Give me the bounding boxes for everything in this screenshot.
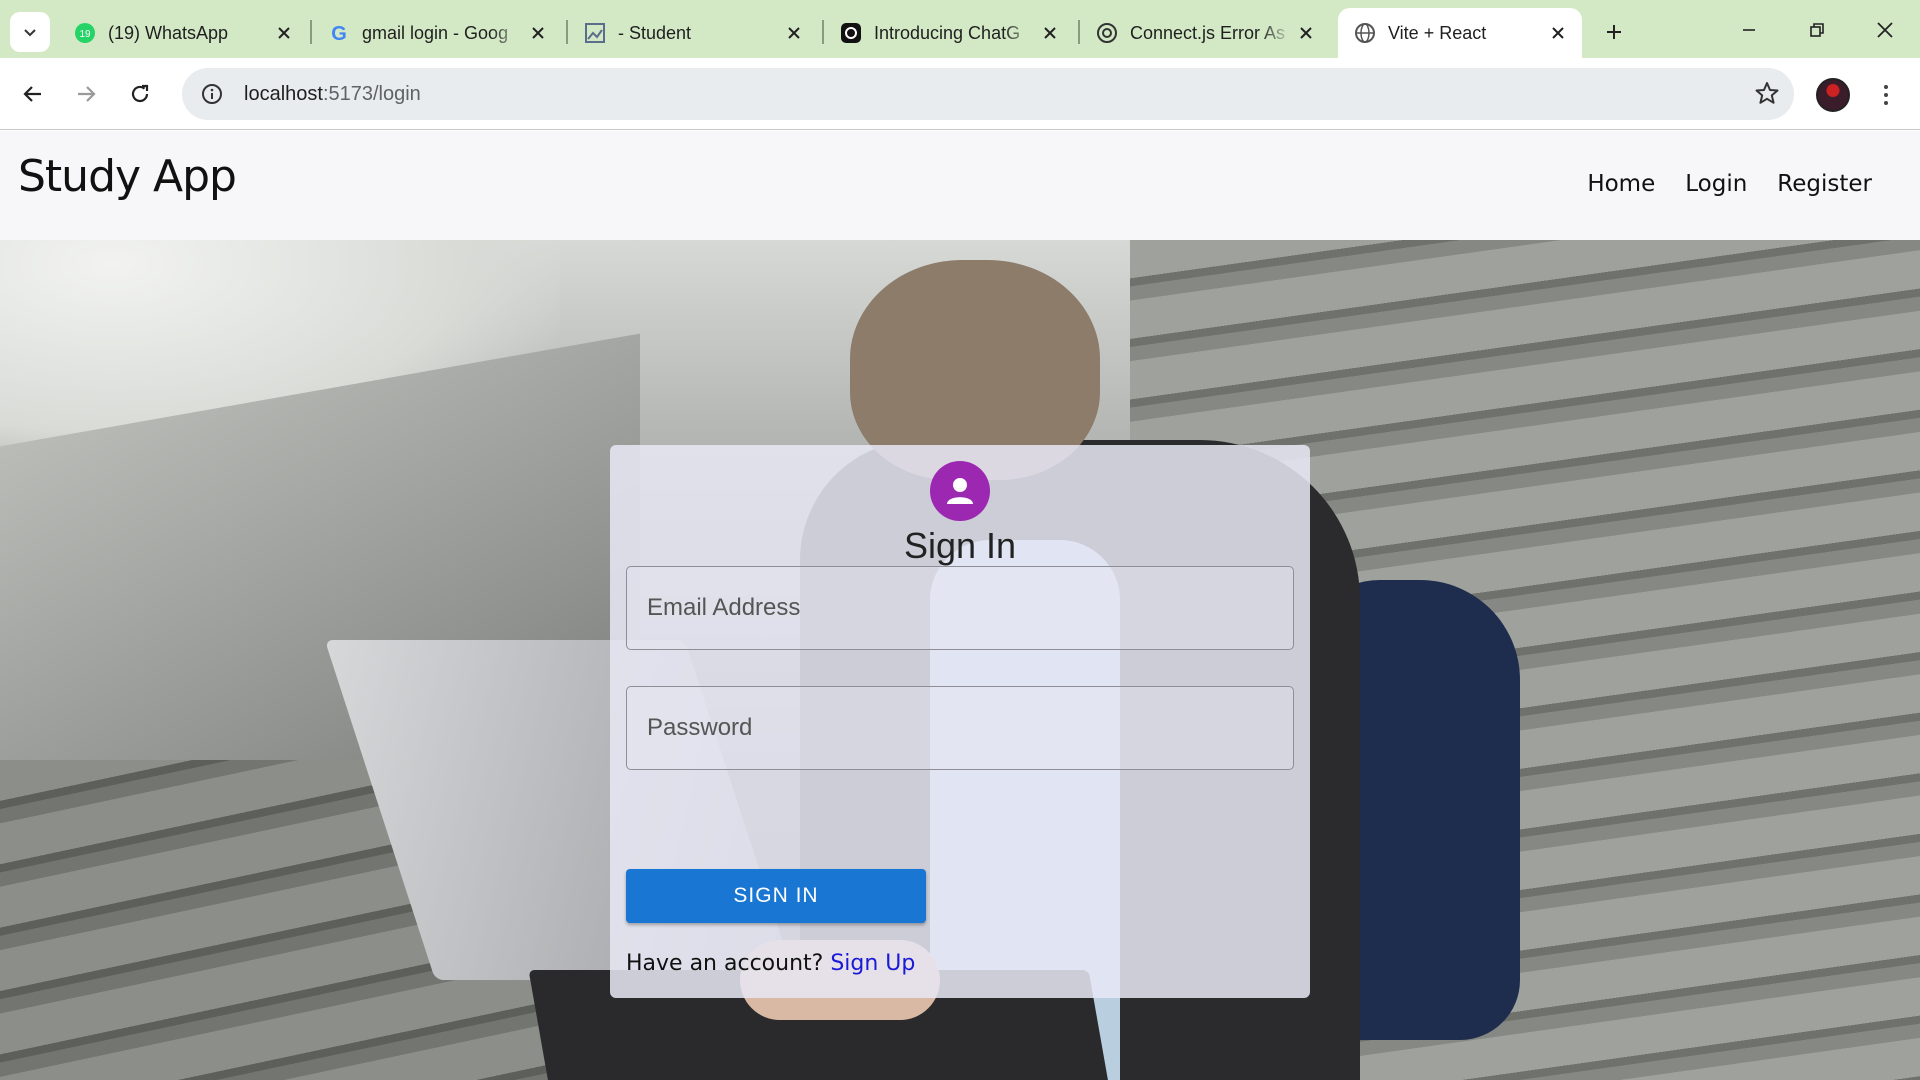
tab-vite-react[interactable]: Vite + React — [1338, 8, 1582, 58]
minimize-button[interactable] — [1726, 10, 1772, 50]
plus-icon — [1607, 25, 1621, 39]
password-input[interactable] — [627, 687, 1293, 769]
password-field[interactable] — [626, 686, 1294, 770]
url-path: :5173/login — [322, 82, 421, 105]
app-nav: Home Login Register — [1587, 171, 1872, 197]
browser-tab-bar: 19 (19) WhatsApp G gmail login - Goog - … — [0, 0, 1920, 58]
forward-button[interactable] — [66, 74, 106, 114]
svg-text:19: 19 — [79, 29, 91, 40]
svg-text:G: G — [331, 23, 347, 44]
tab-title: (19) WhatsApp — [108, 22, 229, 43]
email-field[interactable] — [626, 566, 1294, 650]
tab-title: gmail login - Goog — [362, 22, 509, 43]
sign-in-button[interactable]: SIGN IN — [626, 869, 926, 923]
nav-register[interactable]: Register — [1777, 171, 1872, 197]
new-tab-button[interactable] — [1596, 14, 1632, 50]
signin-card: Sign In SIGN IN Have an account? Sign Up — [610, 445, 1310, 998]
signup-prompt: Have an account? Sign Up — [626, 951, 915, 976]
close-icon[interactable] — [270, 19, 298, 47]
signin-title: Sign In — [903, 525, 1017, 566]
bookmark-star-icon[interactable] — [1754, 80, 1780, 111]
tab-chatgpt[interactable]: Introducing ChatG — [824, 8, 1074, 58]
back-button[interactable] — [13, 74, 53, 114]
user-avatar-icon — [930, 461, 990, 521]
signup-prompt-text: Have an account? — [626, 951, 824, 976]
web-page: Study App Home Login Register Sign In Em… — [0, 131, 1920, 1080]
openai-icon — [1096, 22, 1118, 44]
tab-title: Vite + React — [1388, 22, 1487, 43]
app-header: Study App Home Login Register — [0, 131, 1920, 240]
tab-search-button[interactable] — [10, 12, 50, 52]
url-text: localhost:5173/login — [244, 83, 421, 106]
sign-up-link[interactable]: Sign Up — [830, 951, 915, 976]
url-host: localhost — [244, 82, 323, 105]
tab-connect-error[interactable]: Connect.js Error As — [1080, 8, 1330, 58]
close-icon[interactable] — [1544, 19, 1572, 47]
app-brand[interactable]: Study App — [18, 151, 237, 202]
profile-avatar[interactable] — [1816, 78, 1850, 112]
browser-menu-icon[interactable] — [1872, 76, 1900, 114]
tab-title: Connect.js Error As — [1130, 22, 1286, 43]
nav-login[interactable]: Login — [1685, 171, 1747, 197]
tab-student[interactable]: - Student — [568, 8, 818, 58]
arrow-left-icon — [23, 86, 41, 102]
chevron-down-icon — [24, 29, 36, 37]
restore-icon — [1810, 23, 1824, 37]
address-bar[interactable]: localhost:5173/login — [182, 68, 1794, 120]
openai-icon — [840, 22, 862, 44]
close-icon — [1877, 22, 1893, 38]
image-icon — [584, 22, 606, 44]
site-info-icon[interactable] — [186, 68, 238, 120]
browser-toolbar: localhost:5173/login — [0, 58, 1920, 130]
close-icon[interactable] — [524, 19, 552, 47]
whatsapp-icon: 19 — [74, 22, 96, 44]
tab-title: - Student — [618, 22, 692, 43]
arrow-right-icon — [78, 86, 96, 102]
google-icon: G — [328, 22, 350, 44]
reload-icon — [131, 84, 149, 103]
close-window-button[interactable] — [1862, 10, 1908, 50]
minimize-icon — [1743, 29, 1755, 31]
close-icon[interactable] — [1036, 19, 1064, 47]
close-icon[interactable] — [780, 19, 808, 47]
tab-title: Introducing ChatG — [874, 22, 1021, 43]
tab-gmail-search[interactable]: G gmail login - Goog — [312, 8, 562, 58]
tab-whatsapp[interactable]: 19 (19) WhatsApp — [58, 8, 308, 58]
restore-button[interactable] — [1794, 10, 1840, 50]
email-input[interactable] — [627, 567, 1293, 649]
hero-background-photo: Sign In SIGN IN Have an account? Sign Up — [0, 240, 1920, 1080]
globe-icon — [1354, 22, 1376, 44]
nav-home[interactable]: Home — [1587, 171, 1655, 197]
close-icon[interactable] — [1292, 19, 1320, 47]
reload-button[interactable] — [120, 74, 160, 114]
